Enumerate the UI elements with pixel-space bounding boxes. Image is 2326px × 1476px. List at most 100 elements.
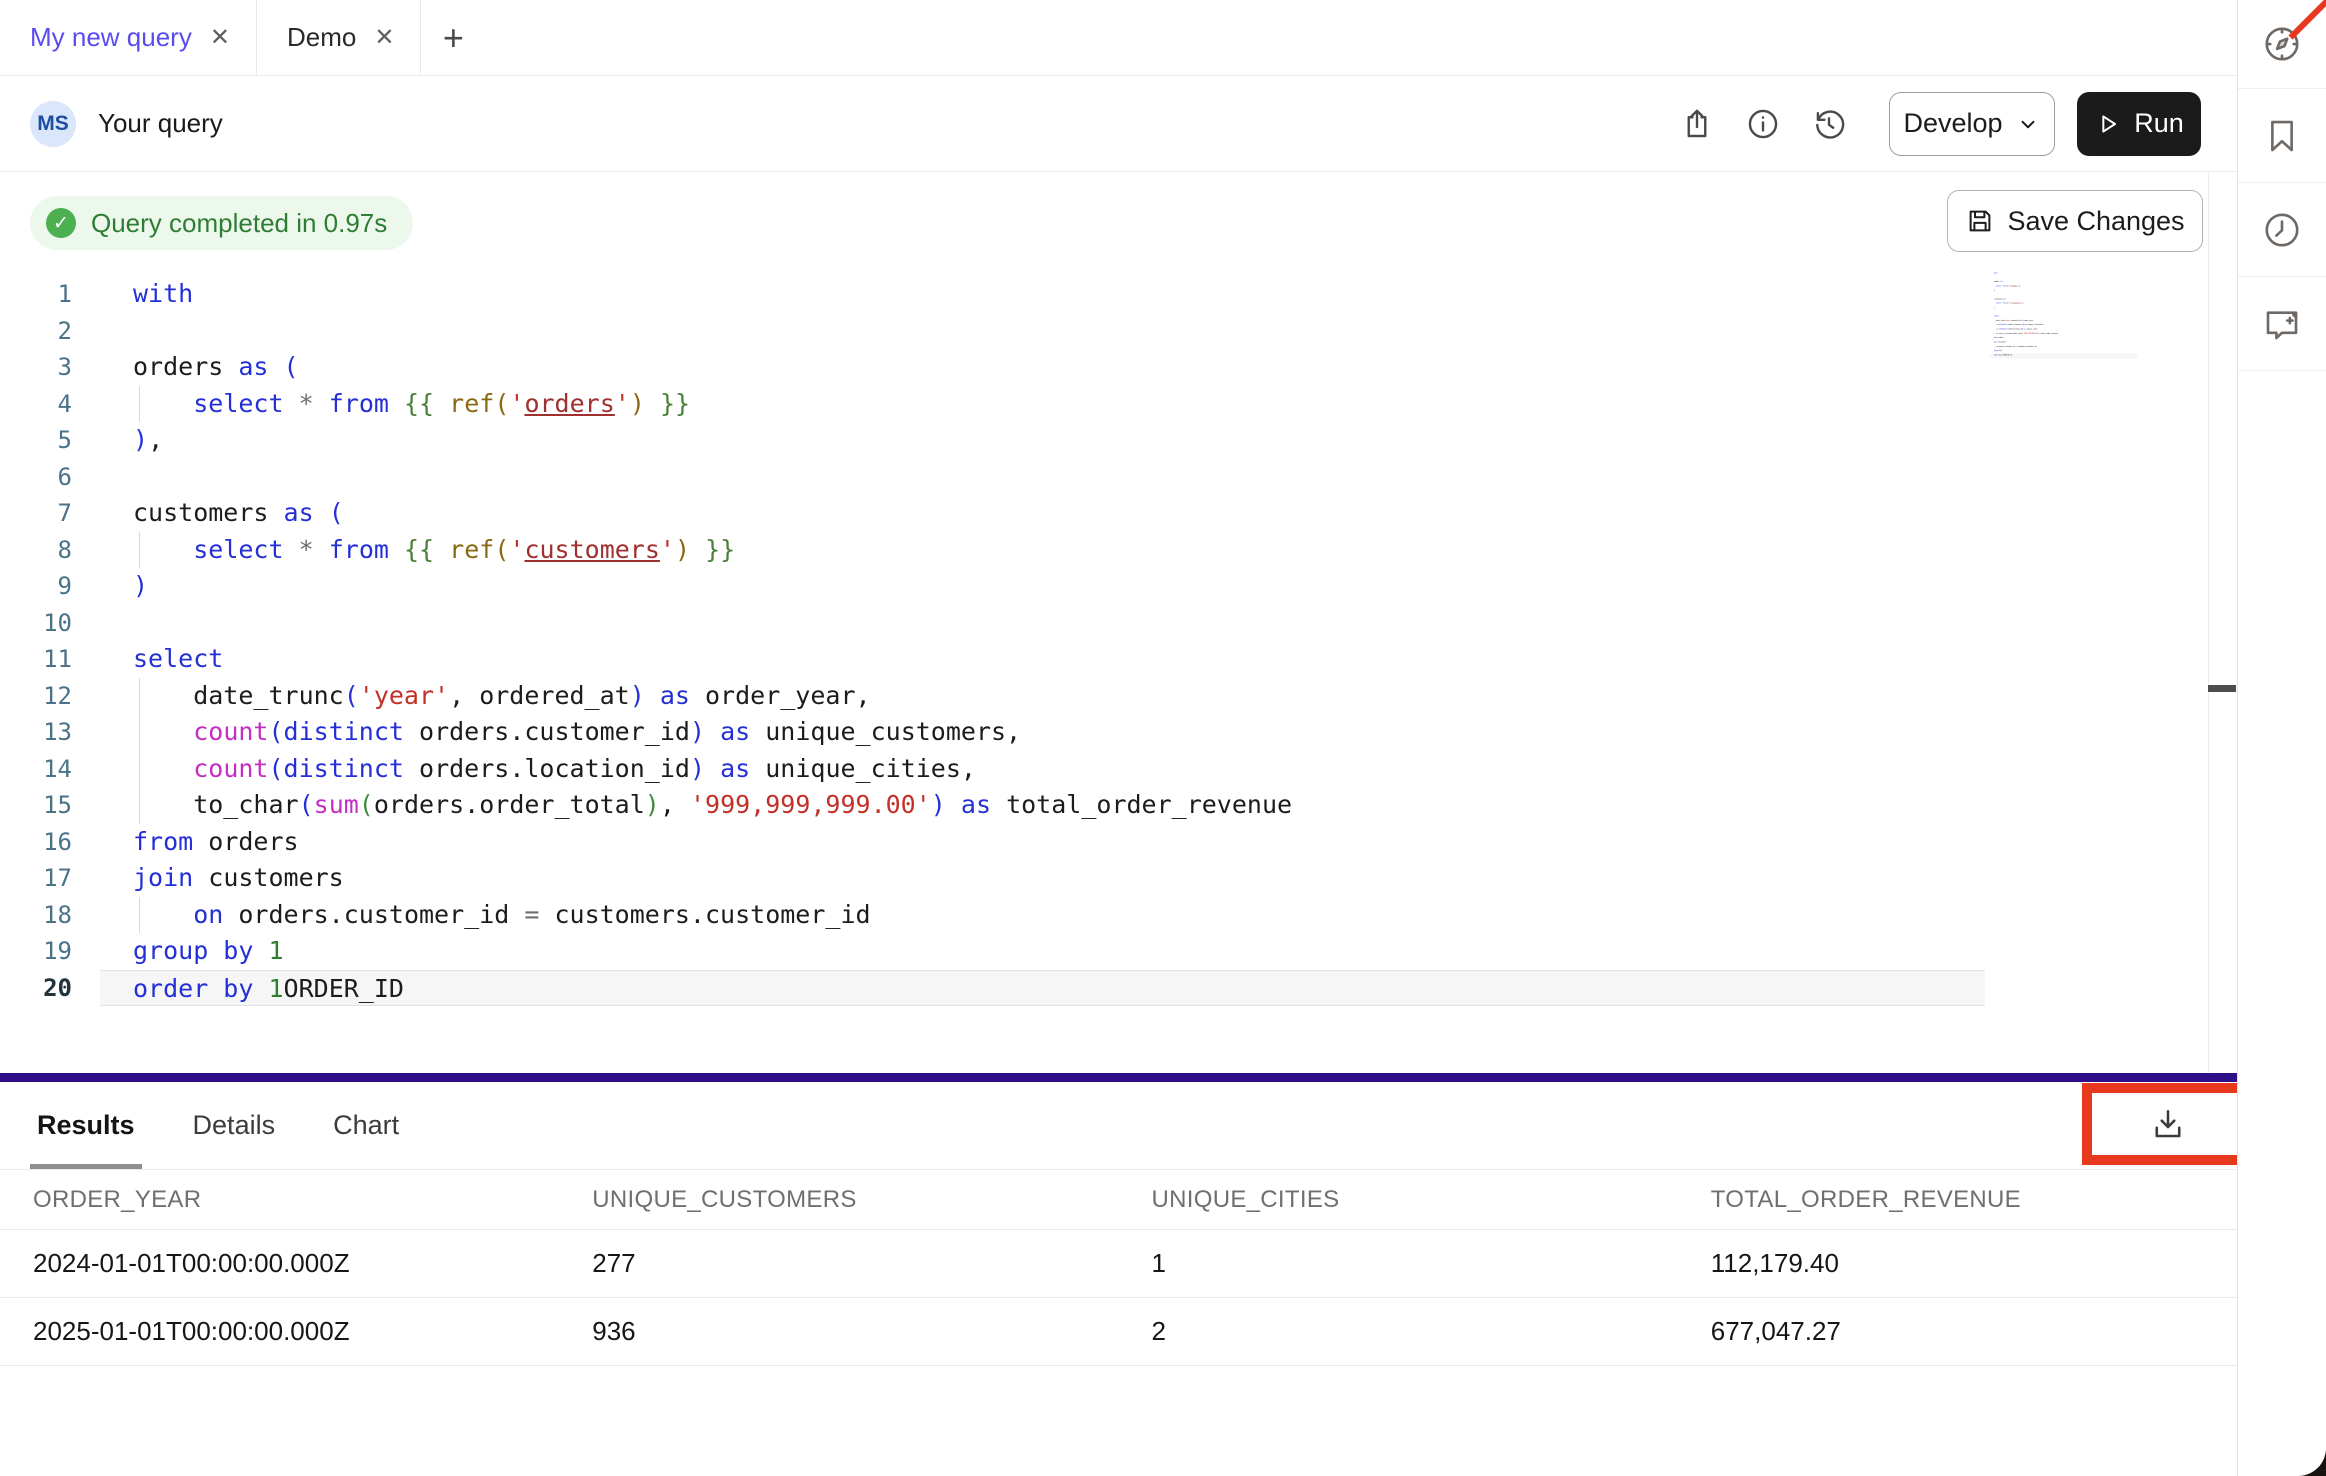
column-header[interactable]: ORDER_YEAR xyxy=(0,1186,559,1214)
run-label: Run xyxy=(2134,108,2184,139)
indent-guide xyxy=(139,714,140,751)
window-corner xyxy=(2282,1444,2326,1476)
close-icon[interactable]: ✕ xyxy=(210,23,230,52)
code-line[interactable]: orders as ( xyxy=(100,349,1985,386)
minimap[interactable]: withorders as ( select * from {{ ref('or… xyxy=(1990,272,2140,367)
indent-guide xyxy=(139,751,140,788)
status-message: Query completed in 0.97s xyxy=(91,208,387,239)
download-button[interactable] xyxy=(2138,1094,2198,1154)
tab-demo[interactable]: Demo ✕ xyxy=(257,0,421,75)
tab-label: Demo xyxy=(287,22,356,53)
save-label: Save Changes xyxy=(2007,206,2184,237)
line-number: 6 xyxy=(0,459,72,496)
history-panel-button[interactable] xyxy=(2238,183,2326,277)
minimap-code[interactable]: withorders as ( select * from {{ ref('or… xyxy=(1990,272,2138,358)
clock-icon xyxy=(2261,209,2303,251)
table-cell: 2 xyxy=(1119,1316,1678,1347)
line-number: 10 xyxy=(0,605,72,642)
line-number: 2 xyxy=(0,313,72,350)
code-line[interactable]: select * from {{ ref('customers') }} xyxy=(100,532,1985,569)
run-button[interactable]: Run xyxy=(2077,92,2201,156)
table-cell: 112,179.40 xyxy=(1678,1248,2237,1279)
code-line[interactable]: select xyxy=(100,641,1985,678)
line-number: 14 xyxy=(0,751,72,788)
indent-guide xyxy=(139,897,140,934)
code-line[interactable]: from orders xyxy=(100,824,1985,861)
table-row: 2024-01-01T00:00:00.000Z2771112,179.40 xyxy=(0,1230,2237,1298)
line-number: 11 xyxy=(0,641,72,678)
line-number: 3 xyxy=(0,349,72,386)
app-window: My new query ✕ Demo ✕ + MS Your query De… xyxy=(0,0,2326,1476)
tab-label: My new query xyxy=(30,22,192,53)
code-line[interactable]: count(distinct orders.location_id) as un… xyxy=(100,751,1985,788)
code-line[interactable] xyxy=(100,313,1985,350)
code-line[interactable]: join customers xyxy=(100,860,1985,897)
info-button[interactable] xyxy=(1737,98,1789,150)
results-tab-bar: Results Details Chart xyxy=(0,1082,2237,1170)
chat-sparkles-icon xyxy=(2261,303,2303,345)
share-button[interactable] xyxy=(1671,98,1723,150)
table-cell: 1 xyxy=(1119,1248,1678,1279)
line-number: 16 xyxy=(0,824,72,861)
ai-assistant-button[interactable] xyxy=(2238,277,2326,371)
tab-details[interactable]: Details xyxy=(193,1082,276,1169)
column-header[interactable]: TOTAL_ORDER_REVENUE xyxy=(1678,1186,2237,1214)
line-number: 7 xyxy=(0,495,72,532)
code-area[interactable]: 1234567891011121314151617181920 withorde… xyxy=(0,276,1985,1006)
code-line[interactable]: to_char(sum(orders.order_total), '999,99… xyxy=(100,787,1985,824)
code-line[interactable]: with xyxy=(100,276,1985,313)
avatar: MS xyxy=(30,101,76,147)
code-line[interactable] xyxy=(100,459,1985,496)
panel-resize-divider[interactable] xyxy=(0,1073,2237,1082)
code-line[interactable]: count(distinct orders.customer_id) as un… xyxy=(100,714,1985,751)
line-number-gutter: 1234567891011121314151617181920 xyxy=(0,276,100,1006)
bookmark-icon xyxy=(2261,115,2303,157)
code-line[interactable]: on orders.customer_id = customers.custom… xyxy=(100,897,1985,934)
results-table: ORDER_YEARUNIQUE_CUSTOMERSUNIQUE_CITIEST… xyxy=(0,1170,2237,1366)
line-number: 15 xyxy=(0,787,72,824)
tab-bar: My new query ✕ Demo ✕ + xyxy=(0,0,2237,76)
table-header-row: ORDER_YEARUNIQUE_CUSTOMERSUNIQUE_CITIEST… xyxy=(0,1170,2237,1230)
develop-dropdown[interactable]: Develop xyxy=(1889,92,2055,156)
table-row: 2025-01-01T00:00:00.000Z9362677,047.27 xyxy=(0,1298,2237,1366)
column-header[interactable]: UNIQUE_CUSTOMERS xyxy=(559,1186,1118,1214)
code-line[interactable]: ) xyxy=(100,568,1985,605)
code-line[interactable]: group by 1 xyxy=(100,933,1985,970)
tab-results[interactable]: Results xyxy=(37,1082,135,1169)
scrollbar-handle[interactable] xyxy=(2208,685,2236,692)
code-line[interactable]: date_trunc('year', ordered_at) as order_… xyxy=(100,678,1985,715)
code-line[interactable]: order by 1ORDER_ID xyxy=(100,970,1985,1007)
table-cell: 277 xyxy=(559,1248,1118,1279)
indent-guide xyxy=(139,678,140,715)
history-icon xyxy=(1811,106,1847,142)
line-number: 17 xyxy=(0,860,72,897)
table-cell: 677,047.27 xyxy=(1678,1316,2237,1347)
results-panel: Results Details Chart ORDER_YEARUNIQUE_C… xyxy=(0,1082,2237,1476)
line-number: 20 xyxy=(0,970,72,1007)
status-badge: ✓ Query completed in 0.97s xyxy=(30,196,413,250)
bookmarks-button[interactable] xyxy=(2238,89,2326,183)
tab-chart[interactable]: Chart xyxy=(333,1082,399,1169)
line-number: 8 xyxy=(0,532,72,569)
close-icon[interactable]: ✕ xyxy=(374,23,394,52)
code-line[interactable]: order by 1ORDER_ID xyxy=(1990,354,2138,358)
code-line[interactable]: ), xyxy=(100,422,1985,459)
code-line[interactable] xyxy=(100,605,1985,642)
tab-my-new-query[interactable]: My new query ✕ xyxy=(0,0,257,75)
editor-right-border xyxy=(2208,172,2209,1073)
line-number: 19 xyxy=(0,933,72,970)
indent-guide xyxy=(139,787,140,824)
chevron-down-icon xyxy=(2015,111,2041,137)
code-lines[interactable]: with orders as ( select * from {{ ref('or… xyxy=(100,276,1985,1006)
save-changes-button[interactable]: Save Changes xyxy=(1947,190,2203,252)
table-cell: 936 xyxy=(559,1316,1118,1347)
new-tab-button[interactable]: + xyxy=(421,0,485,75)
line-number: 5 xyxy=(0,422,72,459)
table-cell: 2024-01-01T00:00:00.000Z xyxy=(0,1248,559,1279)
indent-guide xyxy=(139,532,140,569)
code-line[interactable]: customers as ( xyxy=(100,495,1985,532)
column-header[interactable]: UNIQUE_CITIES xyxy=(1119,1186,1678,1214)
line-number: 13 xyxy=(0,714,72,751)
code-line[interactable]: select * from {{ ref('orders') }} xyxy=(100,386,1985,423)
history-button[interactable] xyxy=(1803,98,1855,150)
